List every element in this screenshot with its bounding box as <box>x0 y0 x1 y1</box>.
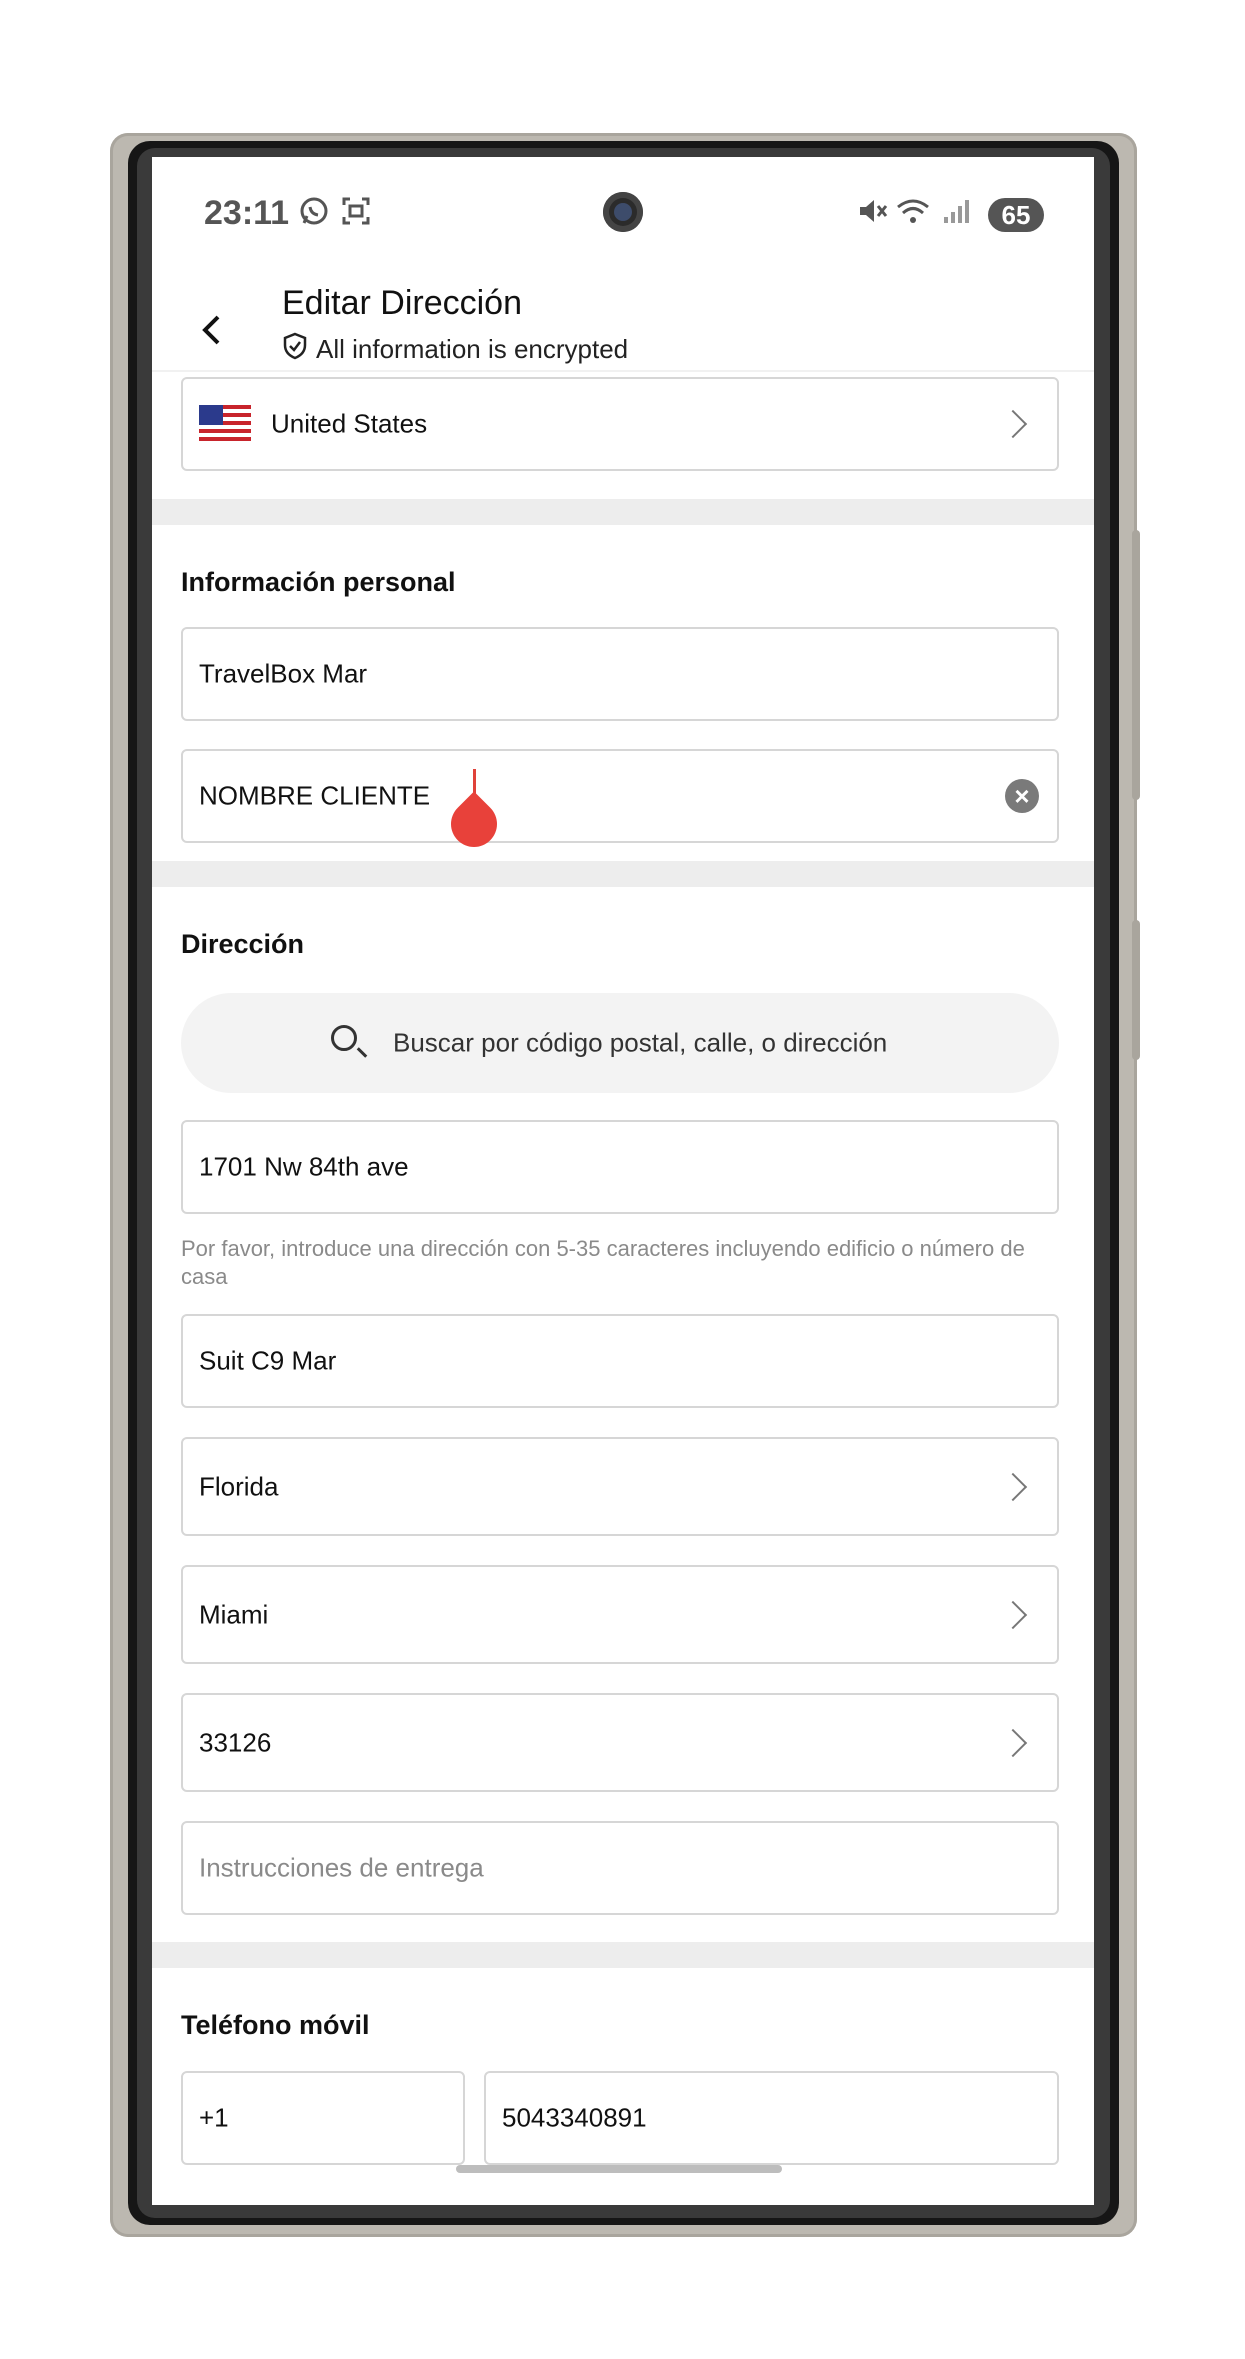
address-title: Dirección <box>181 929 305 959</box>
first-name-value: TravelBox Mar <box>199 658 368 689</box>
power-button <box>1132 530 1140 800</box>
clear-icon[interactable]: × <box>1005 779 1039 813</box>
cursor-handle[interactable] <box>441 791 507 857</box>
zip-value: 33126 <box>199 1727 272 1757</box>
phone-number-field[interactable]: 5043340891 <box>484 2071 1059 2165</box>
phone-number-value: 5043340891 <box>502 2102 647 2133</box>
address-line1-field[interactable]: 1701 Nw 84th ave <box>181 1120 1059 1214</box>
wifi-icon <box>896 195 930 235</box>
chevron-right-icon <box>998 409 1028 439</box>
page-title: Editar Dirección <box>282 284 522 322</box>
chevron-left-icon[interactable] <box>200 314 224 345</box>
country-selector[interactable]: United States <box>181 377 1059 471</box>
status-bar: 23:11 65 <box>152 157 1094 272</box>
chevron-right-icon <box>998 1728 1028 1757</box>
address-line2-value: Suit C9 Mar <box>199 1345 337 1376</box>
section-divider <box>152 861 1094 887</box>
shield-check-icon <box>282 332 308 367</box>
header-divider <box>152 370 1094 372</box>
phone-title: Teléfono móvil <box>181 2010 370 2040</box>
country-code-value: +1 <box>199 2102 229 2133</box>
us-flag-icon <box>199 405 251 441</box>
country-code-field[interactable]: +1 <box>181 2071 465 2165</box>
personal-info-title: Información personal <box>181 567 456 597</box>
search-icon <box>331 1025 357 1051</box>
app-header: Editar Dirección All information is encr… <box>152 272 1094 372</box>
address-line1-value: 1701 Nw 84th ave <box>199 1151 409 1182</box>
first-name-field[interactable]: TravelBox Mar <box>181 627 1059 721</box>
last-name-field[interactable]: NOMBRE CLIENTE × <box>181 749 1059 857</box>
section-divider <box>152 499 1094 525</box>
state-value: Florida <box>199 1471 279 1501</box>
front-camera <box>603 192 643 232</box>
home-indicator[interactable] <box>456 2165 782 2173</box>
screenshot-icon <box>340 195 372 235</box>
encryption-text: All information is encrypted <box>316 334 629 364</box>
delivery-instructions-field[interactable]: Instrucciones de entrega <box>181 1821 1059 1915</box>
status-clock: 23:11 <box>204 194 290 232</box>
screen: 23:11 65 Editar Dirección All informatio… <box>152 157 1094 2205</box>
last-name-value: NOMBRE CLIENTE <box>199 780 431 811</box>
city-selector[interactable]: Miami <box>181 1565 1059 1664</box>
chevron-right-icon <box>998 1600 1028 1629</box>
address-search[interactable]: Buscar por código postal, calle, o direc… <box>181 993 1059 1093</box>
section-divider <box>152 1942 1094 1968</box>
search-placeholder: Buscar por código postal, calle, o direc… <box>393 1027 888 1058</box>
address-line2-field[interactable]: Suit C9 Mar <box>181 1314 1059 1408</box>
volume-button <box>1132 920 1140 1060</box>
address-hint: Por favor, introduce una dirección con 5… <box>181 1236 1025 1289</box>
state-selector[interactable]: Florida <box>181 1437 1059 1536</box>
encryption-notice: All information is encrypted <box>282 332 628 367</box>
zip-selector[interactable]: 33126 <box>181 1693 1059 1792</box>
country-label: United States <box>271 408 428 439</box>
whatsapp-icon <box>298 195 330 235</box>
mute-icon <box>856 195 888 235</box>
signal-icon <box>940 195 972 235</box>
chevron-right-icon <box>998 1472 1028 1501</box>
battery-indicator: 65 <box>988 198 1044 232</box>
city-value: Miami <box>199 1599 269 1629</box>
delivery-instructions-placeholder: Instrucciones de entrega <box>199 1852 484 1883</box>
